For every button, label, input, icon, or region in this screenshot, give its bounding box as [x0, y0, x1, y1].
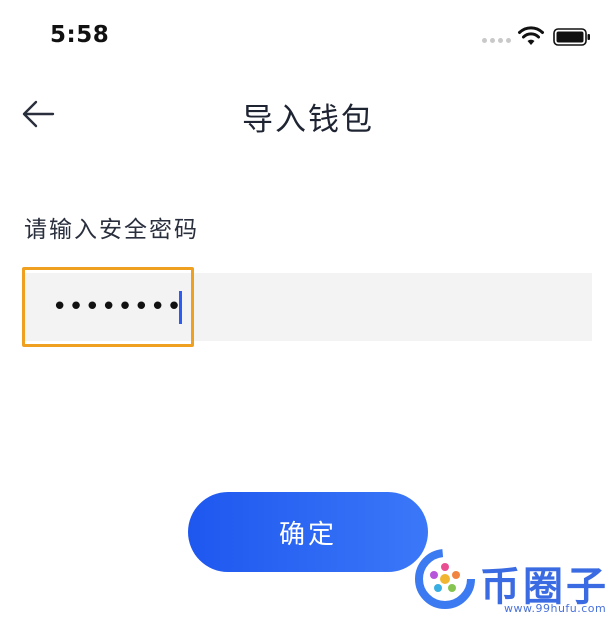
confirm-button[interactable]: 确定 — [188, 492, 428, 572]
battery-icon — [553, 28, 590, 46]
watermark-text: 币圈子 — [480, 564, 609, 610]
wifi-icon — [518, 26, 544, 45]
password-label: 请输入安全密码 — [24, 217, 199, 243]
text-cursor — [179, 291, 182, 324]
watermark-url: www.99hufu.com — [504, 602, 607, 615]
password-input[interactable] — [52, 283, 572, 331]
status-time: 5:58 — [50, 22, 110, 48]
navigation-bar: 导入钱包 — [0, 86, 616, 142]
password-field[interactable] — [22, 273, 592, 341]
watermark: 币圈子 www.99hufu.com — [400, 540, 616, 620]
status-bar: 5:58 — [0, 0, 616, 72]
watermark-logo-icon — [415, 549, 475, 609]
page-title: 导入钱包 — [242, 102, 374, 138]
cellular-signal-icon — [482, 38, 511, 43]
